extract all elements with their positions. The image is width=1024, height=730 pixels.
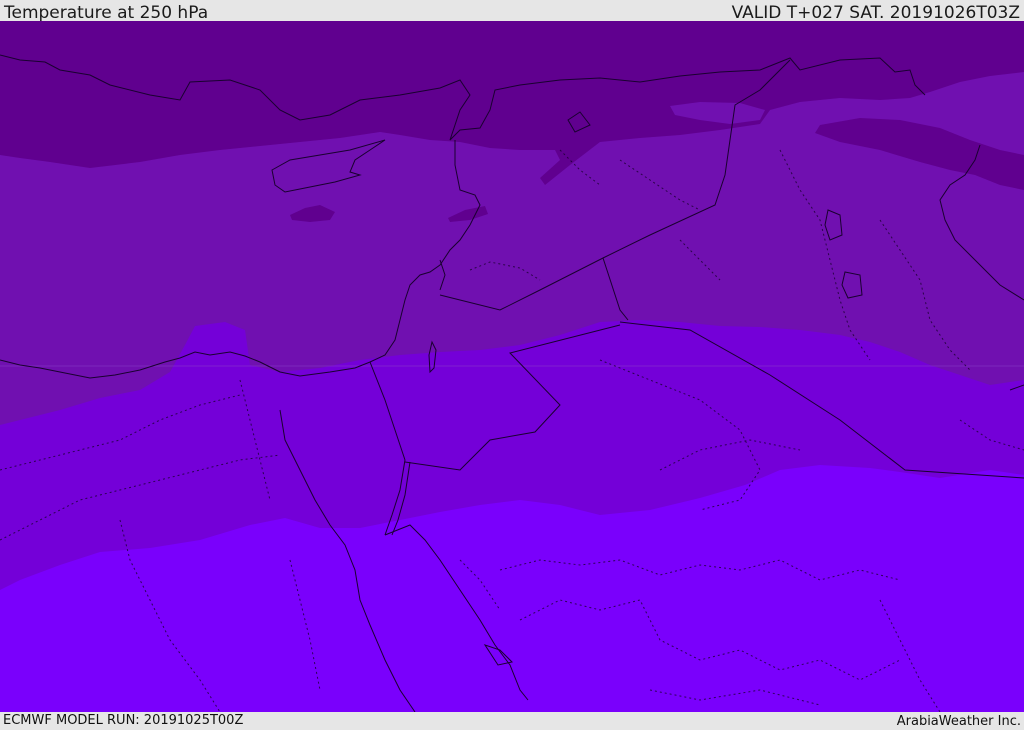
map-title: Temperature at 250 hPa: [4, 3, 209, 23]
footer-bar: ECMWF MODEL RUN: 20191025T00Z ArabiaWeat…: [0, 712, 1024, 729]
valid-time: VALID T+027 SAT. 20191026T03Z: [731, 3, 1020, 23]
model-run-label: ECMWF MODEL RUN: 20191025T00Z: [3, 713, 244, 728]
header-bar: Temperature at 250 hPa VALID T+027 SAT. …: [0, 0, 1024, 23]
weather-map[interactable]: [0, 21, 1024, 712]
credit-label: ArabiaWeather Inc.: [896, 714, 1021, 729]
